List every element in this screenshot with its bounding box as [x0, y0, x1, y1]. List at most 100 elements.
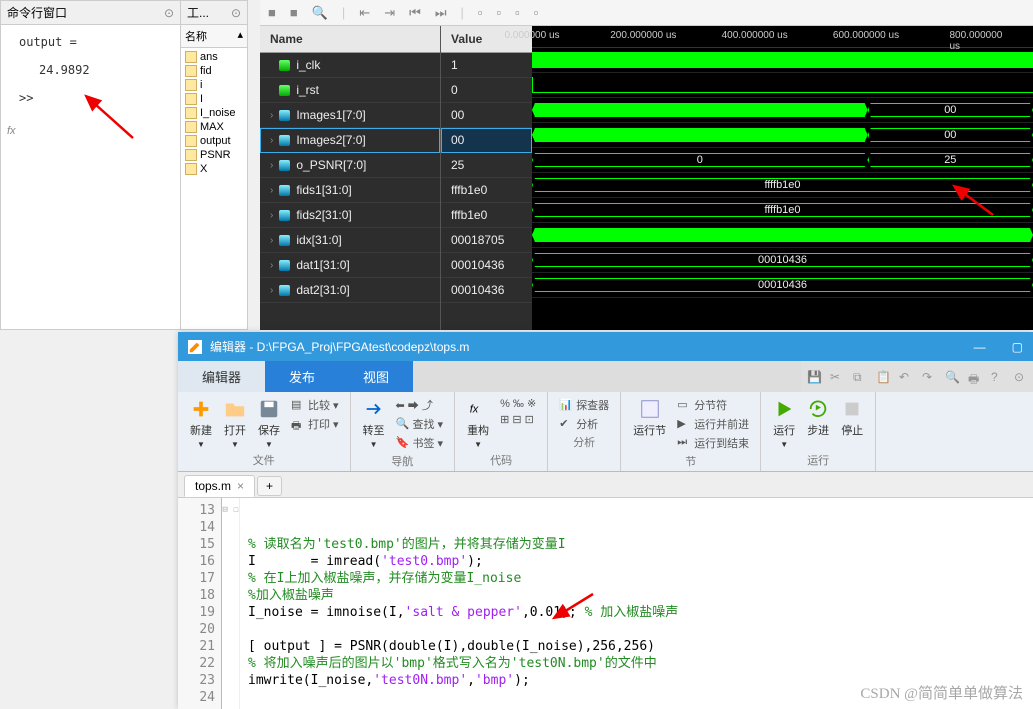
- tab-editor[interactable]: 编辑器: [178, 361, 265, 392]
- signal-value[interactable]: 0: [441, 78, 532, 103]
- file-tab-tops[interactable]: tops.m ×: [184, 475, 255, 497]
- stop-button[interactable]: 停止: [837, 396, 867, 440]
- wave-track[interactable]: [532, 48, 1033, 73]
- dropdown-icon[interactable]: ⊙: [164, 6, 174, 20]
- signal-value[interactable]: 00: [441, 103, 532, 128]
- signal-value[interactable]: 00010436: [441, 278, 532, 303]
- signal-value[interactable]: fffb1e0: [441, 178, 532, 203]
- signal-name[interactable]: ›fids2[31:0]: [260, 203, 440, 228]
- workspace-var[interactable]: ans: [183, 50, 245, 64]
- workspace-var[interactable]: output: [183, 134, 245, 148]
- code-tool[interactable]: ⊞ ⊟ ⊡: [497, 412, 539, 427]
- signal-value[interactable]: 25: [441, 153, 532, 178]
- signal-value[interactable]: 00018705: [441, 228, 532, 253]
- workspace-var[interactable]: PSNR: [183, 148, 245, 162]
- print-button[interactable]: 🖶打印 ▾: [288, 415, 342, 433]
- workspace-var[interactable]: X: [183, 162, 245, 176]
- tool-icon[interactable]: ⇥: [384, 5, 395, 21]
- name-col-header[interactable]: Name: [260, 26, 440, 53]
- tool-icon[interactable]: ⏮: [409, 5, 421, 21]
- sort-icon[interactable]: ▴: [237, 28, 243, 44]
- ws-header[interactable]: 工... ⊙: [181, 1, 247, 25]
- tool-icon[interactable]: ■: [268, 5, 276, 20]
- workspace-var[interactable]: i: [183, 78, 245, 92]
- cut-icon[interactable]: ✂: [830, 370, 843, 383]
- run-button[interactable]: 运行▼: [769, 396, 799, 451]
- fold-column[interactable]: ⊟ ☐: [222, 498, 240, 709]
- minimize-button[interactable]: —: [974, 340, 986, 354]
- tab-publish[interactable]: 发布: [265, 361, 339, 392]
- signal-name[interactable]: ›idx[31:0]: [260, 228, 440, 253]
- tool-icon[interactable]: ▫: [478, 5, 483, 20]
- wave-track[interactable]: 025: [532, 148, 1033, 173]
- tool-icon[interactable]: ▫: [497, 5, 502, 20]
- dropdown-icon[interactable]: ⊙: [231, 6, 241, 20]
- wave-track[interactable]: 00: [532, 98, 1033, 123]
- workspace-var[interactable]: I_noise: [183, 106, 245, 120]
- code-content[interactable]: % 读取名为'test0.bmp'的图片，并将其存储为变量I I = imrea…: [240, 498, 1033, 709]
- wave-track[interactable]: [532, 73, 1033, 98]
- tool-icon[interactable]: ▫: [515, 5, 520, 20]
- help-icon[interactable]: ?: [991, 370, 1004, 383]
- titlebar[interactable]: 编辑器 - D:\FPGA_Proj\FPGAtest\codepz\tops.…: [178, 332, 1033, 361]
- signal-value[interactable]: fffb1e0: [441, 203, 532, 228]
- wave-track[interactable]: [532, 223, 1033, 248]
- cmd-header[interactable]: 命令行窗口 ⊙: [1, 1, 180, 25]
- signal-name[interactable]: ›i_rst: [260, 78, 440, 103]
- find-button[interactable]: 🔍查找 ▾: [393, 415, 447, 433]
- add-tab-button[interactable]: +: [257, 476, 282, 496]
- signal-name[interactable]: ›dat1[31:0]: [260, 253, 440, 278]
- signal-value[interactable]: 00: [441, 128, 532, 153]
- redo-icon[interactable]: ↷: [922, 370, 935, 383]
- code-editor[interactable]: 13 14 15 16 17 18 19 20 21 22 23 24 ⊟ ☐ …: [178, 498, 1033, 709]
- section-break-button[interactable]: ▭分节符: [674, 396, 752, 414]
- bookmark-button[interactable]: 🔖书签 ▾: [393, 434, 447, 452]
- tool-icon[interactable]: ⏭: [435, 5, 447, 21]
- run-end-button[interactable]: ⏭运行到结束: [674, 434, 752, 452]
- wave-track[interactable]: ffffb1e0: [532, 198, 1033, 223]
- fx-icon[interactable]: fx: [7, 125, 16, 137]
- run-section-button[interactable]: 运行节: [629, 396, 670, 440]
- nav-back-button[interactable]: ⬅ ⮕ ⤴: [393, 396, 447, 414]
- print-icon[interactable]: 🖶: [968, 370, 981, 383]
- code-tool[interactable]: % ‰ ※: [497, 396, 539, 411]
- search-icon[interactable]: 🔍: [312, 5, 328, 21]
- explorer-button[interactable]: 📊探查器: [556, 396, 612, 414]
- close-icon[interactable]: ×: [237, 479, 244, 493]
- cmd-body[interactable]: output = 24.9892 >>: [1, 25, 180, 115]
- step-button[interactable]: 步进: [803, 396, 833, 440]
- signal-name[interactable]: ›Images1[7:0]: [260, 103, 440, 128]
- wave-track[interactable]: 00: [532, 123, 1033, 148]
- signal-name[interactable]: ›Images2[7:0]: [260, 128, 440, 153]
- signal-name[interactable]: ›dat2[31:0]: [260, 278, 440, 303]
- run-advance-button[interactable]: ▶运行并前进: [674, 415, 752, 433]
- tab-view[interactable]: 视图: [339, 361, 413, 392]
- time-ruler[interactable]: 0.000000 us200.000000 us400.000000 us600…: [532, 26, 1033, 48]
- open-button[interactable]: 打开▼: [220, 396, 250, 451]
- signal-name[interactable]: ›o_PSNR[7:0]: [260, 153, 440, 178]
- workspace-var[interactable]: I: [183, 92, 245, 106]
- dropdown-icon[interactable]: ⊙: [1014, 370, 1027, 383]
- wave-track[interactable]: 00010436: [532, 273, 1033, 298]
- signal-value[interactable]: 00010436: [441, 253, 532, 278]
- undo-icon[interactable]: ↶: [899, 370, 912, 383]
- wave-track[interactable]: 00010436: [532, 248, 1033, 273]
- signal-name[interactable]: ›i_clk: [260, 53, 440, 78]
- search-icon[interactable]: 🔍: [945, 370, 958, 383]
- goto-button[interactable]: 转至▼: [359, 396, 389, 451]
- workspace-var[interactable]: MAX: [183, 120, 245, 134]
- signal-name[interactable]: ›fids1[31:0]: [260, 178, 440, 203]
- workspace-var[interactable]: fid: [183, 64, 245, 78]
- analyze-button[interactable]: ✔分析: [556, 415, 612, 433]
- ws-col-header[interactable]: 名称▴: [181, 25, 247, 48]
- compare-button[interactable]: ▤比较 ▾: [288, 396, 342, 414]
- signal-value[interactable]: 1: [441, 53, 532, 78]
- wave-plot[interactable]: 0.000000 us200.000000 us400.000000 us600…: [532, 26, 1033, 330]
- paste-icon[interactable]: 📋: [876, 370, 889, 383]
- copy-icon[interactable]: ⧉: [853, 370, 866, 383]
- save-button[interactable]: 保存▼: [254, 396, 284, 451]
- save-icon[interactable]: 💾: [807, 370, 820, 383]
- tool-icon[interactable]: ⇤: [359, 5, 370, 21]
- prompt[interactable]: >>: [9, 91, 172, 105]
- refactor-button[interactable]: fx重构▼: [463, 396, 493, 451]
